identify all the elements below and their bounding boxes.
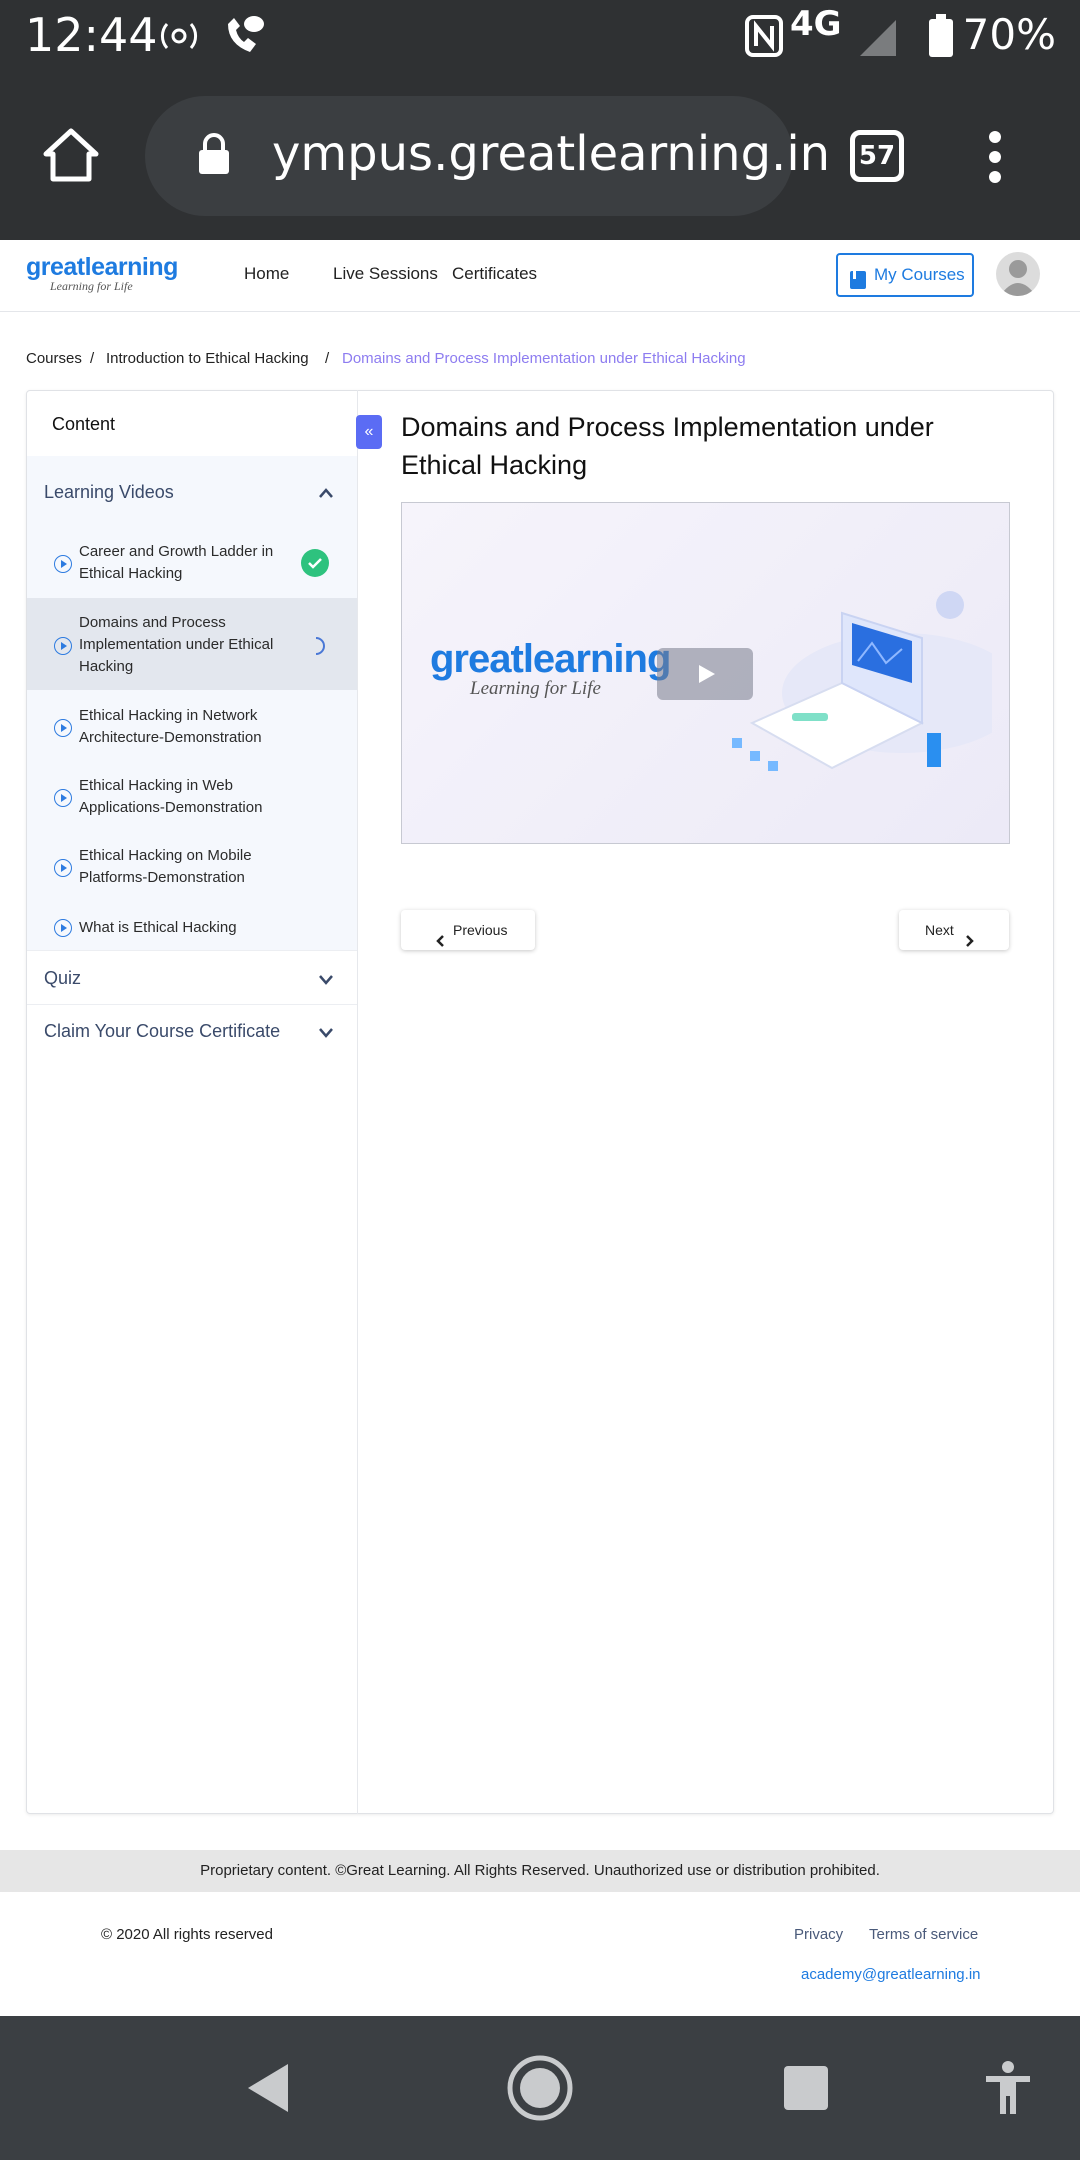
status-time: 12:44 xyxy=(25,8,158,62)
avatar[interactable] xyxy=(996,252,1040,296)
item-label: Career and Growth Ladder in Ethical Hack… xyxy=(79,543,274,582)
check-circle-icon xyxy=(301,549,329,582)
accessibility-icon[interactable] xyxy=(984,2060,1032,2121)
video-thumbnail-logo: greatlearning Learning for Life xyxy=(430,637,671,699)
play-icon xyxy=(54,789,72,807)
lesson-title: Domains and Process Implementation under… xyxy=(401,412,934,480)
next-label: Next xyxy=(925,922,954,938)
email-link[interactable]: academy@greatlearning.in xyxy=(801,1966,981,1983)
next-button[interactable]: Next xyxy=(899,910,1009,950)
battery-level: 70% xyxy=(962,10,1056,59)
network-type: 4G xyxy=(790,4,842,44)
url-text[interactable]: ympus.greatlearning.in xyxy=(272,126,830,182)
wifi-calling-icon xyxy=(222,14,266,63)
system-navigation-bar xyxy=(0,2016,1080,2160)
overflow-menu-icon[interactable] xyxy=(988,130,1002,189)
nav-home[interactable]: Home xyxy=(244,264,289,284)
chevron-down-icon[interactable] xyxy=(318,972,334,990)
previous-label: Previous xyxy=(453,922,508,938)
my-courses-button[interactable]: My Courses xyxy=(836,253,974,297)
thumbnail-wordmark: greatlearning xyxy=(430,637,671,681)
battery-icon xyxy=(928,14,954,63)
section-learning-videos[interactable]: Learning Videos xyxy=(44,482,174,503)
play-button[interactable] xyxy=(657,648,753,700)
terms-link[interactable]: Terms of service xyxy=(869,1926,978,1943)
loading-spinner-icon xyxy=(312,636,330,661)
book-icon xyxy=(848,265,868,305)
chevron-down-icon[interactable] xyxy=(318,1025,334,1043)
play-icon xyxy=(699,665,715,683)
my-courses-label: My Courses xyxy=(874,265,965,284)
signal-icon xyxy=(858,16,898,63)
double-chevron-left-icon: « xyxy=(364,423,374,440)
nfc-icon xyxy=(744,14,784,63)
tab-switcher-button[interactable]: 57 xyxy=(850,130,904,182)
sidebar-heading: Content xyxy=(52,414,116,434)
status-bar: 12:44 4G 70% xyxy=(0,0,1080,74)
breadcrumb-current: Domains and Process Implementation under… xyxy=(342,350,746,367)
nav-certificates[interactable]: Certificates xyxy=(452,264,537,284)
breadcrumb-separator: / xyxy=(90,350,95,367)
previous-button[interactable]: Previous xyxy=(401,910,535,950)
nav-live-sessions[interactable]: Live Sessions xyxy=(333,264,438,284)
divider xyxy=(27,950,357,951)
user-icon xyxy=(1000,260,1036,296)
breadcrumb-courses[interactable]: Courses xyxy=(26,350,82,367)
site-logo[interactable]: greatlearning Learning for Life xyxy=(26,253,178,294)
item-label: Ethical Hacking in Web Applications-Demo… xyxy=(79,777,263,816)
browser-toolbar: ympus.greatlearning.in 57 xyxy=(0,74,1080,240)
chevron-right-icon xyxy=(965,923,975,963)
back-icon[interactable] xyxy=(244,2062,292,2119)
recents-icon[interactable] xyxy=(782,2064,830,2117)
item-label: What is Ethical Hacking xyxy=(79,919,237,936)
breadcrumb-course[interactable]: Introduction to Ethical Hacking xyxy=(106,350,309,367)
thumbnail-tagline: Learning for Life xyxy=(470,678,601,699)
logo-tagline: Learning for Life xyxy=(50,279,133,293)
breadcrumb-separator: / xyxy=(325,350,330,367)
copyright-text: © 2020 All rights reserved xyxy=(101,1926,273,1943)
privacy-link[interactable]: Privacy xyxy=(794,1926,843,1943)
collapse-sidebar-button[interactable]: « xyxy=(356,415,382,449)
hotspot-icon xyxy=(155,14,203,63)
item-label: Ethical Hacking on Mobile Platforms-Demo… xyxy=(79,847,252,886)
play-icon xyxy=(54,637,72,655)
play-icon xyxy=(54,919,72,937)
item-label: Ethical Hacking in Network Architecture-… xyxy=(79,707,262,746)
chevron-left-icon xyxy=(435,923,445,963)
proprietary-notice: Proprietary content. ©Great Learning. Al… xyxy=(0,1850,1080,1892)
play-icon xyxy=(54,555,72,573)
item-label: Domains and Process Implementation under… xyxy=(79,614,274,675)
divider xyxy=(27,1004,357,1005)
home-nav-icon[interactable] xyxy=(506,2054,574,2127)
lock-icon xyxy=(197,132,231,181)
play-icon xyxy=(54,719,72,737)
section-certificate[interactable]: Claim Your Course Certificate xyxy=(44,1021,280,1042)
home-icon[interactable] xyxy=(42,126,100,189)
video-player[interactable]: greatlearning Learning for Life xyxy=(401,502,1010,844)
logo-wordmark: greatlearning xyxy=(26,253,178,281)
play-icon xyxy=(54,859,72,877)
chevron-up-icon[interactable] xyxy=(318,486,334,504)
section-quiz[interactable]: Quiz xyxy=(44,968,81,989)
